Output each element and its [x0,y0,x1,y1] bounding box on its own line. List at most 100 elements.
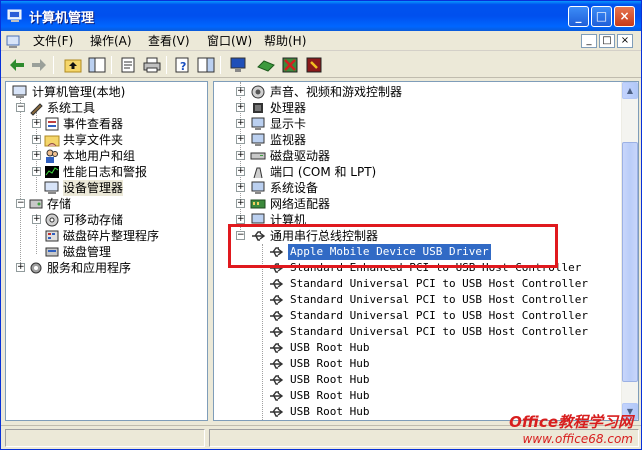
tree-label: 共享文件夹 [63,133,124,147]
watermark: Office教程学习网 www.office68.com [509,411,633,446]
scan-hardware-button[interactable] [228,55,248,75]
expand-toggle[interactable]: + [32,215,41,224]
expand-toggle[interactable]: + [236,87,245,96]
usb-icon [270,295,284,305]
tree-label: 系统工具 [47,101,96,115]
expand-toggle[interactable]: + [236,199,245,208]
storage-icon [29,199,43,209]
device-tree-pane: + 声音、视频和游戏控制器 + 处理器 + 显示卡 + 监视器 + 磁盘驱动器 … [213,81,639,421]
menu-bar: 文件(F) 操作(A) 查看(V) 窗口(W) 帮助(H) _ □ × [1,31,641,51]
expand-toggle[interactable]: + [236,183,245,192]
tree-label: USB Root Hub [290,389,370,402]
help-icon: ? [175,57,189,73]
tree-label: 性能日志和警报 [63,165,148,179]
expand-toggle[interactable]: + [236,103,245,112]
tree-label: 设备管理器 [63,180,124,196]
toolbar-separator [220,56,221,74]
printer-icon [143,57,161,73]
maximize-button[interactable]: □ [591,6,612,27]
mdi-restore-button[interactable]: □ [599,34,615,48]
expand-toggle[interactable]: + [32,151,41,160]
display-adapter-icon [251,117,265,130]
expand-toggle[interactable]: + [32,167,41,176]
scroll-thumb[interactable] [622,142,638,382]
usb-icon [270,279,284,289]
tree-label: USB Root Hub [290,405,370,418]
tree-label: Standard Universal PCI to USB Host Contr… [290,309,589,322]
expand-toggle[interactable]: + [32,119,41,128]
scroll-up-button[interactable]: ▲ [622,82,638,99]
menu-view[interactable]: 查看(V) [148,33,190,49]
tree-label: 磁盘驱动器 [270,149,331,163]
tree-label: 本地用户和组 [63,149,136,163]
expand-toggle[interactable]: + [32,135,41,144]
shared-folder-icon [44,135,60,147]
uninstall-device-button[interactable] [304,55,324,75]
expand-toggle[interactable]: + [236,119,245,128]
arrow-left-icon [10,59,24,71]
pane-icon [197,57,215,73]
tools-icon [30,103,43,116]
print-button[interactable] [142,55,162,75]
document-icon[interactable] [5,33,21,49]
expand-toggle[interactable]: + [236,135,245,144]
tree-label: 显示卡 [270,117,307,131]
show-hide-action-pane-button[interactable] [196,55,216,75]
status-cell [5,429,205,447]
usb-icon [270,359,284,369]
services-icon [30,262,42,274]
minimize-button[interactable]: _ [568,6,589,27]
expand-toggle[interactable]: + [236,167,245,176]
usb-icon [270,407,284,417]
tree-label: 磁盘碎片整理程序 [63,229,160,243]
tree-label: 处理器 [270,101,307,115]
properties-icon [121,57,135,73]
tree-label: Standard Universal PCI to USB Host Contr… [290,293,589,306]
vertical-scrollbar[interactable]: ▲ ▼ [621,82,638,420]
toolbar: ? [1,52,641,78]
system-device-icon [251,181,265,194]
tree-label: Standard Universal PCI to USB Host Contr… [290,325,589,338]
tree-line [20,96,21,271]
toolbar-separator [53,56,54,74]
back-button[interactable] [7,55,27,75]
tree-label: 事件查看器 [63,117,124,131]
expand-toggle[interactable]: + [236,215,245,224]
monitor-icon [251,133,265,146]
collapse-toggle[interactable]: − [16,103,25,112]
up-level-button[interactable] [63,55,83,75]
computer-icon [12,85,27,98]
usb-icon [270,311,284,321]
menu-action[interactable]: 操作(A) [90,33,132,49]
menu-help[interactable]: 帮助(H) [264,33,306,49]
menu-window[interactable]: 窗口(W) [207,33,252,49]
disk-drive-icon [250,152,266,160]
toolbar-separator [111,56,112,74]
tree-label: 端口 (COM 和 LPT) [270,165,377,179]
usb-icon [270,375,284,385]
mdi-minimize-button[interactable]: _ [581,34,597,48]
properties-button[interactable] [119,55,139,75]
computer-management-window: 计算机管理 _ □ × 文件(F) 操作(A) 查看(V) 窗口(W) 帮助(H… [0,0,642,450]
arrow-right-icon [32,59,46,71]
disk-management-icon [45,247,59,257]
update-driver-button[interactable] [256,55,276,75]
performance-icon [45,166,59,178]
tree-line [262,244,263,420]
port-icon [253,167,263,179]
removable-storage-icon [45,213,59,227]
processor-icon [253,103,263,113]
collapse-toggle[interactable]: − [16,199,25,208]
mdi-close-button[interactable]: × [617,34,633,48]
disable-device-button[interactable] [280,55,300,75]
help-button[interactable]: ? [173,55,193,75]
expand-toggle[interactable]: + [16,263,25,272]
menu-file[interactable]: 文件(F) [33,33,73,49]
title-bar[interactable]: 计算机管理 _ □ × [1,1,641,31]
show-hide-tree-button[interactable] [87,55,107,75]
forward-button[interactable] [29,55,49,75]
driver-icon [257,60,275,72]
tree-label: 声音、视频和游戏控制器 [270,85,403,99]
expand-toggle[interactable]: + [236,151,245,160]
close-button[interactable]: × [614,6,635,27]
